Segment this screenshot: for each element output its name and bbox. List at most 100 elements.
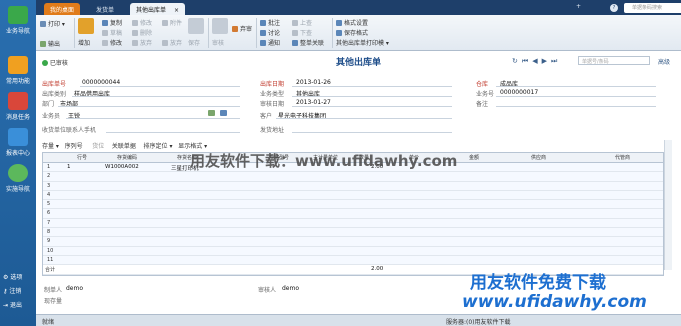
help-icon[interactable]: ? bbox=[610, 4, 618, 12]
nav-item-common[interactable]: 常用功能 bbox=[0, 56, 36, 85]
format-settings-button[interactable]: 格式设置 bbox=[336, 18, 368, 27]
advanced-link[interactable]: 高级 bbox=[658, 57, 670, 66]
down-query-button[interactable]: 下查 bbox=[292, 28, 312, 37]
related-bills-label: 关联单据 bbox=[111, 143, 136, 150]
biz-type-label: 业务类型 bbox=[260, 91, 285, 98]
out-date-field[interactable]: 2013-01-26 bbox=[296, 79, 331, 86]
modify-button-disabled[interactable]: 修改 bbox=[132, 18, 152, 27]
divider bbox=[106, 132, 240, 133]
attach-button[interactable]: 附件 bbox=[162, 18, 182, 27]
biz-no-label: 业务号 bbox=[476, 91, 495, 98]
stock-button[interactable]: 存量 ▾ bbox=[42, 143, 59, 150]
prev-record-icon[interactable]: ◀ bbox=[532, 57, 541, 65]
ship-addr-label: 发货地址 bbox=[260, 127, 285, 134]
notify-button[interactable]: 通知 bbox=[260, 38, 280, 47]
sort-button[interactable]: 排序定位 ▾ bbox=[144, 143, 173, 150]
maker-value: demo bbox=[66, 285, 84, 292]
abandon-label: 放弃 bbox=[170, 40, 183, 47]
serial-button[interactable]: 序列号 bbox=[65, 143, 83, 150]
copy-label: 复制 bbox=[110, 20, 123, 27]
bill-search-input[interactable]: 单据条码搜索 bbox=[624, 3, 681, 13]
nav-logout-label: 注销 bbox=[9, 288, 22, 295]
table-row[interactable]: 7 bbox=[43, 218, 663, 229]
nav-item-implement[interactable]: 实施导航 bbox=[0, 164, 36, 193]
copy-button[interactable]: 复制 bbox=[102, 18, 122, 27]
table-row[interactable]: 5 bbox=[43, 200, 663, 210]
table-row[interactable]: 4 bbox=[43, 190, 663, 201]
tab-other-outbound[interactable]: 其他出库单 × bbox=[130, 3, 185, 15]
table-row[interactable]: 6 bbox=[43, 209, 663, 219]
nav-label: 业务导航 bbox=[5, 28, 30, 35]
table-row[interactable]: 9 bbox=[43, 237, 663, 247]
next-record-icon[interactable]: ▶ bbox=[542, 57, 551, 65]
save-icon bbox=[188, 18, 204, 34]
row-number: 10 bbox=[47, 247, 54, 254]
discuss-button[interactable]: 讨论 bbox=[260, 28, 280, 37]
auditor-value: demo bbox=[282, 285, 300, 292]
audit-date-field[interactable]: 2013-01-27 bbox=[296, 99, 331, 106]
cancel-icon bbox=[162, 40, 168, 46]
cell-line[interactable]: 1 bbox=[67, 164, 71, 170]
audit-button[interactable]: 审核 bbox=[212, 38, 224, 47]
biz-no-field[interactable]: 0000000017 bbox=[500, 89, 538, 96]
close-icon[interactable]: × bbox=[174, 7, 179, 14]
col-code[interactable]: 存货编码 bbox=[117, 154, 137, 161]
abandon-button[interactable]: 放弃 bbox=[132, 38, 152, 47]
key-icon: ⚷ bbox=[3, 288, 8, 295]
revoke-button[interactable]: 弃审 bbox=[232, 24, 252, 33]
ribbon-separator bbox=[208, 18, 209, 48]
output-label: 输出 bbox=[48, 41, 61, 48]
add-tab-icon[interactable]: + bbox=[576, 3, 581, 10]
output-button[interactable]: 输出 bbox=[40, 39, 60, 48]
bill-number-search[interactable]: 单据号/条码 bbox=[578, 56, 650, 65]
save-format-button[interactable]: 保存格式 bbox=[336, 28, 368, 37]
nav-logout[interactable]: ⚷ 注销 bbox=[3, 286, 21, 295]
nav-item-business[interactable]: 业务导航 bbox=[0, 6, 36, 35]
nav-exit[interactable]: ⇥ 退出 bbox=[3, 300, 22, 309]
cell-code[interactable]: W1000A002 bbox=[105, 164, 139, 170]
print-button[interactable]: 打印 ▾ bbox=[40, 19, 65, 28]
tab-delivery[interactable]: 发货单 bbox=[90, 3, 120, 15]
divider bbox=[496, 106, 656, 107]
nav-settings[interactable]: ⚙ 选项 bbox=[3, 272, 22, 281]
customer-label: 客户 bbox=[260, 113, 273, 120]
table-row[interactable]: 2 bbox=[43, 172, 663, 182]
row-number: 7 bbox=[47, 219, 51, 226]
table-row[interactable]: 10 bbox=[43, 246, 663, 256]
col-agent[interactable]: 代管商 bbox=[615, 154, 630, 161]
tab-my-desktop[interactable]: 我的桌面 bbox=[44, 3, 81, 15]
delete-button[interactable]: 删除 bbox=[132, 28, 152, 37]
table-row[interactable]: 3 bbox=[43, 181, 663, 191]
contact-icon[interactable] bbox=[220, 110, 227, 116]
add-button[interactable]: 增加 bbox=[78, 38, 90, 47]
exit-icon: ⇥ bbox=[3, 302, 9, 309]
message-icon[interactable] bbox=[208, 110, 215, 116]
col-supplier[interactable]: 供应商 bbox=[531, 154, 546, 161]
abandon-button-2[interactable]: 放弃 bbox=[162, 38, 182, 47]
bill-no-field[interactable]: 0000000044 bbox=[82, 79, 120, 86]
table-row[interactable]: 8 bbox=[43, 228, 663, 238]
first-record-icon[interactable]: ⏮ bbox=[522, 57, 532, 65]
nav-item-reports[interactable]: 报表中心 bbox=[0, 128, 36, 157]
up-query-button[interactable]: 上查 bbox=[292, 18, 312, 27]
refresh-icon[interactable]: ↻ bbox=[512, 57, 522, 65]
link-icon bbox=[292, 40, 298, 46]
col-amount[interactable]: 金额 bbox=[469, 154, 479, 161]
related-bills-button[interactable]: 关联单据 bbox=[112, 143, 136, 150]
status-bar: 就绪 服务器:(0)用友软件下载 bbox=[36, 314, 681, 326]
save-button[interactable]: 保存 bbox=[188, 38, 200, 47]
vertical-scrollbar[interactable] bbox=[664, 140, 672, 270]
draft-button[interactable]: 草稿 bbox=[102, 28, 122, 37]
location-button[interactable]: 货位 bbox=[92, 143, 104, 150]
print-template-select[interactable]: 其他出库单打印模 ▾ bbox=[336, 38, 389, 47]
table-row[interactable]: 11 bbox=[43, 255, 663, 266]
batch-button[interactable]: 批注 bbox=[260, 18, 280, 27]
row-number: 1 bbox=[47, 164, 51, 170]
modify-button[interactable]: 修改 bbox=[102, 38, 122, 47]
last-record-icon[interactable]: ⏭ bbox=[551, 57, 561, 65]
nav-item-messages[interactable]: 消息任务 bbox=[0, 92, 36, 121]
link-button[interactable]: 整单关联 bbox=[292, 38, 324, 47]
col-line[interactable]: 行号 bbox=[77, 154, 87, 161]
display-format-button[interactable]: 显示格式 ▾ bbox=[178, 143, 207, 150]
discuss-icon bbox=[260, 30, 266, 36]
